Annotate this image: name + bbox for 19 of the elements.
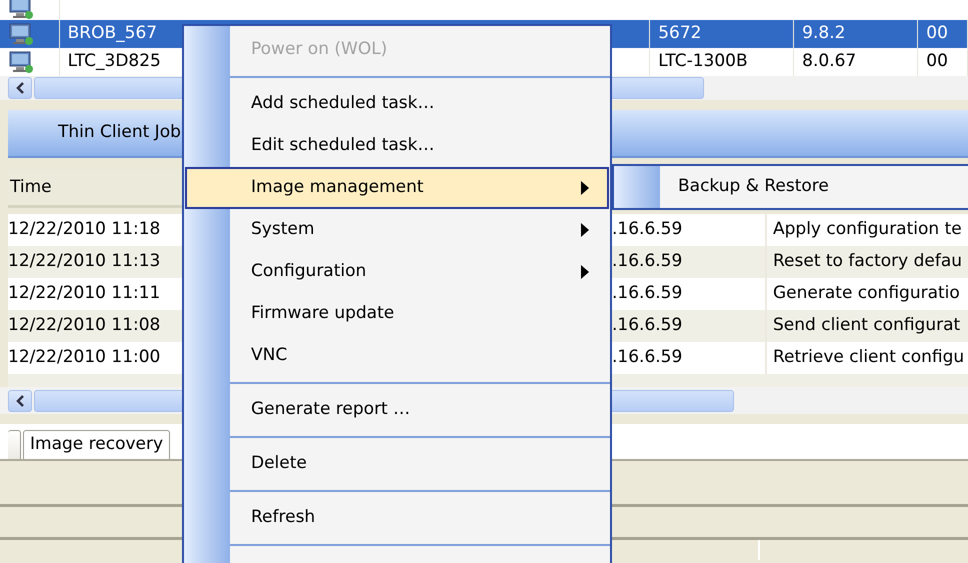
table-cell-text: 12/22/2010 11:13 <box>8 250 160 274</box>
table-cell-text: 00 <box>926 50 948 74</box>
table-cell-text: 12/22/2010 11:08 <box>8 314 160 338</box>
table-cell-text: BROB_567 <box>68 22 158 46</box>
table-cell-text: .16.6.59 <box>612 218 682 242</box>
table-cell-text: 12/22/2010 11:18 <box>8 218 160 242</box>
table-cell-text: 9.8.2 <box>802 22 846 46</box>
table-cell-text: .16.6.59 <box>612 314 682 338</box>
table-cell-text: LTC_3D825 <box>68 50 161 74</box>
table-cell-text: .16.6.59 <box>612 250 682 274</box>
table-cell-text: .16.6.59 <box>612 282 682 306</box>
table-cell-text: LTC-1300B <box>658 50 748 74</box>
table-cell-text: .16.6.59 <box>612 346 682 370</box>
table-cell-text: 12/22/2010 11:11 <box>8 282 160 306</box>
table-cell-text: 8.0.67 <box>802 50 856 74</box>
table-cell-text: 12/22/2010 11:00 <box>8 346 160 370</box>
table-cell-text: 00 <box>926 22 948 46</box>
table-cell-text: 5672 <box>658 22 702 46</box>
panel-title: Thin Client Job <box>58 121 181 144</box>
